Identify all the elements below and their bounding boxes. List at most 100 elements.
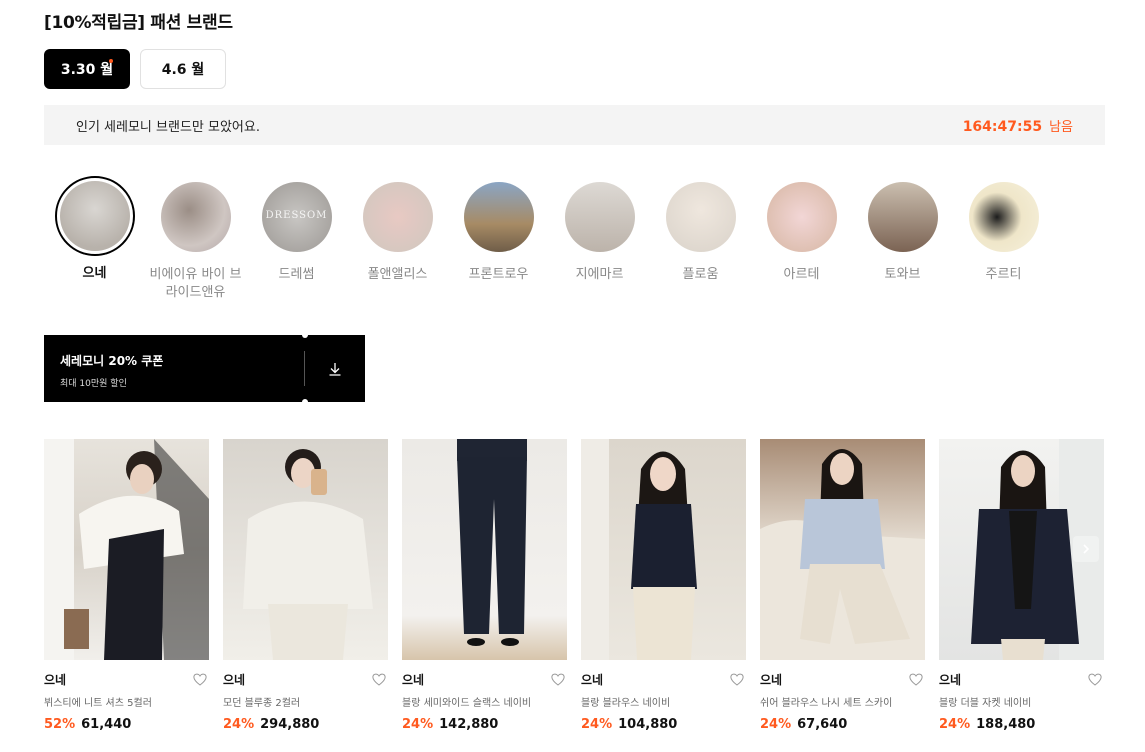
coupon-notch xyxy=(302,332,308,338)
brand-avatar xyxy=(362,182,433,252)
product-name: 쉬어 블라우스 나시 세트 스카이 xyxy=(760,698,893,709)
brand-avatar xyxy=(968,182,1039,252)
brand-item-towav[interactable]: 토와브 xyxy=(852,178,953,302)
product-info: 으네 모던 블루종 2컬러 24% 294,880 xyxy=(223,671,388,732)
product-discount: 52% xyxy=(44,717,76,732)
product-discount: 24% xyxy=(223,717,255,732)
brand-avatar xyxy=(160,182,231,252)
countdown: 164:47:55 남음 xyxy=(963,116,1073,135)
product-info: 으네 블랑 세미와이드 슬랙스 네이비 24% 142,880 xyxy=(402,671,567,732)
brand-avatar xyxy=(766,182,837,252)
product-price-row: 24% 188,480 xyxy=(939,717,1104,732)
countdown-timer: 164:47:55 xyxy=(962,118,1043,135)
product-card[interactable]: 으네 쉬어 블라우스 나시 세트 스카이 24% 67,640 xyxy=(760,439,925,732)
product-name: 뷔스티에 니트 셔츠 5컬러 xyxy=(44,698,152,709)
brand-label: 비에이유 바이 브라이드앤유 xyxy=(149,267,242,300)
brand-selector: 으네 비에이유 바이 브라이드앤유 DRESSOM 드레썸 폴앤앨리스 프론트로… xyxy=(44,176,1054,302)
page-title: [10%적립금] 패션 브랜드 xyxy=(44,13,233,33)
new-dot-indicator xyxy=(109,59,113,63)
brand-avatar xyxy=(463,182,534,252)
product-price-row: 24% 142,880 xyxy=(402,717,567,732)
product-discount: 24% xyxy=(939,717,971,732)
product-price-row: 24% 67,640 xyxy=(760,717,925,732)
product-discount: 24% xyxy=(581,717,613,732)
product-name: 블랑 블라우스 네이비 xyxy=(581,698,671,709)
coupon-subtitle: 최대 10만원 할인 xyxy=(60,379,127,389)
coupon-download-button[interactable]: 세레모니 20% 쿠폰 최대 10만원 할인 xyxy=(44,332,365,405)
product-card[interactable]: 으네 블랑 더블 자켓 네이비 24% 188,480 xyxy=(939,439,1104,732)
product-price-row: 52% 61,440 xyxy=(44,717,209,732)
date-tab-4-6[interactable]: 4.6 월 xyxy=(140,49,226,89)
brand-label: 드레썸 xyxy=(278,267,315,282)
product-image[interactable] xyxy=(581,439,746,660)
coupon-notch xyxy=(302,399,308,405)
brand-item-jurti[interactable]: 주르티 xyxy=(953,178,1054,302)
heart-icon[interactable] xyxy=(909,671,923,690)
brand-avatar xyxy=(867,182,938,252)
product-brand: 으네 xyxy=(939,673,962,687)
product-image[interactable] xyxy=(223,439,388,660)
product-brand: 으네 xyxy=(760,673,783,687)
product-discount: 24% xyxy=(760,717,792,732)
brand-item-floum[interactable]: 플로움 xyxy=(650,178,751,302)
product-brand: 으네 xyxy=(402,673,425,687)
product-info: 으네 뷔스티에 니트 셔츠 5컬러 52% 61,440 xyxy=(44,671,209,732)
product-price-row: 24% 104,880 xyxy=(581,717,746,732)
product-price-row: 24% 294,880 xyxy=(223,717,388,732)
product-price: 104,880 xyxy=(618,717,678,732)
product-price: 61,440 xyxy=(81,717,132,732)
product-card[interactable]: 으네 뷔스티에 니트 셔츠 5컬러 52% 61,440 xyxy=(44,439,209,732)
product-card[interactable]: 으네 블랑 세미와이드 슬랙스 네이비 24% 142,880 xyxy=(402,439,567,732)
coupon-title: 세레모니 20% 쿠폰 xyxy=(60,354,164,368)
product-name: 블랑 더블 자켓 네이비 xyxy=(939,698,1032,709)
info-text: 인기 세레모니 브랜드만 모았어요. xyxy=(76,119,260,135)
product-info: 으네 블랑 블라우스 네이비 24% 104,880 xyxy=(581,671,746,732)
download-icon[interactable] xyxy=(305,335,365,402)
heart-icon[interactable] xyxy=(551,671,565,690)
brand-item-arte[interactable]: 아르테 xyxy=(751,178,852,302)
brand-item-front-row[interactable]: 프론트로우 xyxy=(448,178,549,302)
chevron-right-icon[interactable] xyxy=(1073,536,1099,562)
brand-item-dressom[interactable]: DRESSOM 드레썸 xyxy=(246,178,347,302)
brand-item-jiemar[interactable]: 지에마르 xyxy=(549,178,650,302)
info-bar: 인기 세레모니 브랜드만 모았어요. 164:47:55 남음 xyxy=(44,105,1105,145)
heart-icon[interactable] xyxy=(730,671,744,690)
date-tab-3-30[interactable]: 3.30 월 xyxy=(44,49,130,89)
product-brand: 으네 xyxy=(581,673,604,687)
product-name: 모던 블루종 2컬러 xyxy=(223,698,301,709)
brand-avatar xyxy=(665,182,736,252)
brand-label: 폴앤앨리스 xyxy=(367,267,428,282)
brand-item-eune[interactable]: 으네 xyxy=(44,176,145,302)
product-image[interactable] xyxy=(760,439,925,660)
heart-icon[interactable] xyxy=(372,671,386,690)
product-price: 67,640 xyxy=(797,717,848,732)
product-image[interactable] xyxy=(44,439,209,660)
brand-label: 아르테 xyxy=(783,267,820,282)
brand-label: 지에마르 xyxy=(575,267,624,282)
coupon-text: 세레모니 20% 쿠폰 최대 10만원 할인 xyxy=(44,335,304,402)
product-card[interactable]: 으네 블랑 블라우스 네이비 24% 104,880 xyxy=(581,439,746,732)
brand-label: 플로움 xyxy=(682,267,719,282)
product-card[interactable]: 으네 모던 블루종 2컬러 24% 294,880 xyxy=(223,439,388,732)
countdown-suffix: 남음 xyxy=(1049,119,1073,135)
product-price: 188,480 xyxy=(976,717,1036,732)
brand-label: 으네 xyxy=(82,266,107,281)
product-price: 142,880 xyxy=(439,717,499,732)
brand-logo-watermark: DRESSOM xyxy=(265,210,328,221)
product-name: 블랑 세미와이드 슬랙스 네이비 xyxy=(402,698,532,709)
heart-icon[interactable] xyxy=(193,671,207,690)
brand-item-bau-by-bride-and-you[interactable]: 비에이유 바이 브라이드앤유 xyxy=(145,178,246,302)
brand-item-paul-and-alice[interactable]: 폴앤앨리스 xyxy=(347,178,448,302)
brand-avatar xyxy=(54,176,135,256)
heart-icon[interactable] xyxy=(1088,671,1102,690)
brand-label: 토와브 xyxy=(884,267,921,282)
product-brand: 으네 xyxy=(44,673,67,687)
product-brand: 으네 xyxy=(223,673,246,687)
date-tabs: 3.30 월 4.6 월 xyxy=(44,49,226,89)
product-price: 294,880 xyxy=(260,717,320,732)
brand-label: 프론트로우 xyxy=(468,267,529,282)
product-image[interactable] xyxy=(402,439,567,660)
date-tab-label: 3.30 월 xyxy=(60,62,114,78)
product-discount: 24% xyxy=(402,717,434,732)
product-info: 으네 블랑 더블 자켓 네이비 24% 188,480 xyxy=(939,671,1104,732)
